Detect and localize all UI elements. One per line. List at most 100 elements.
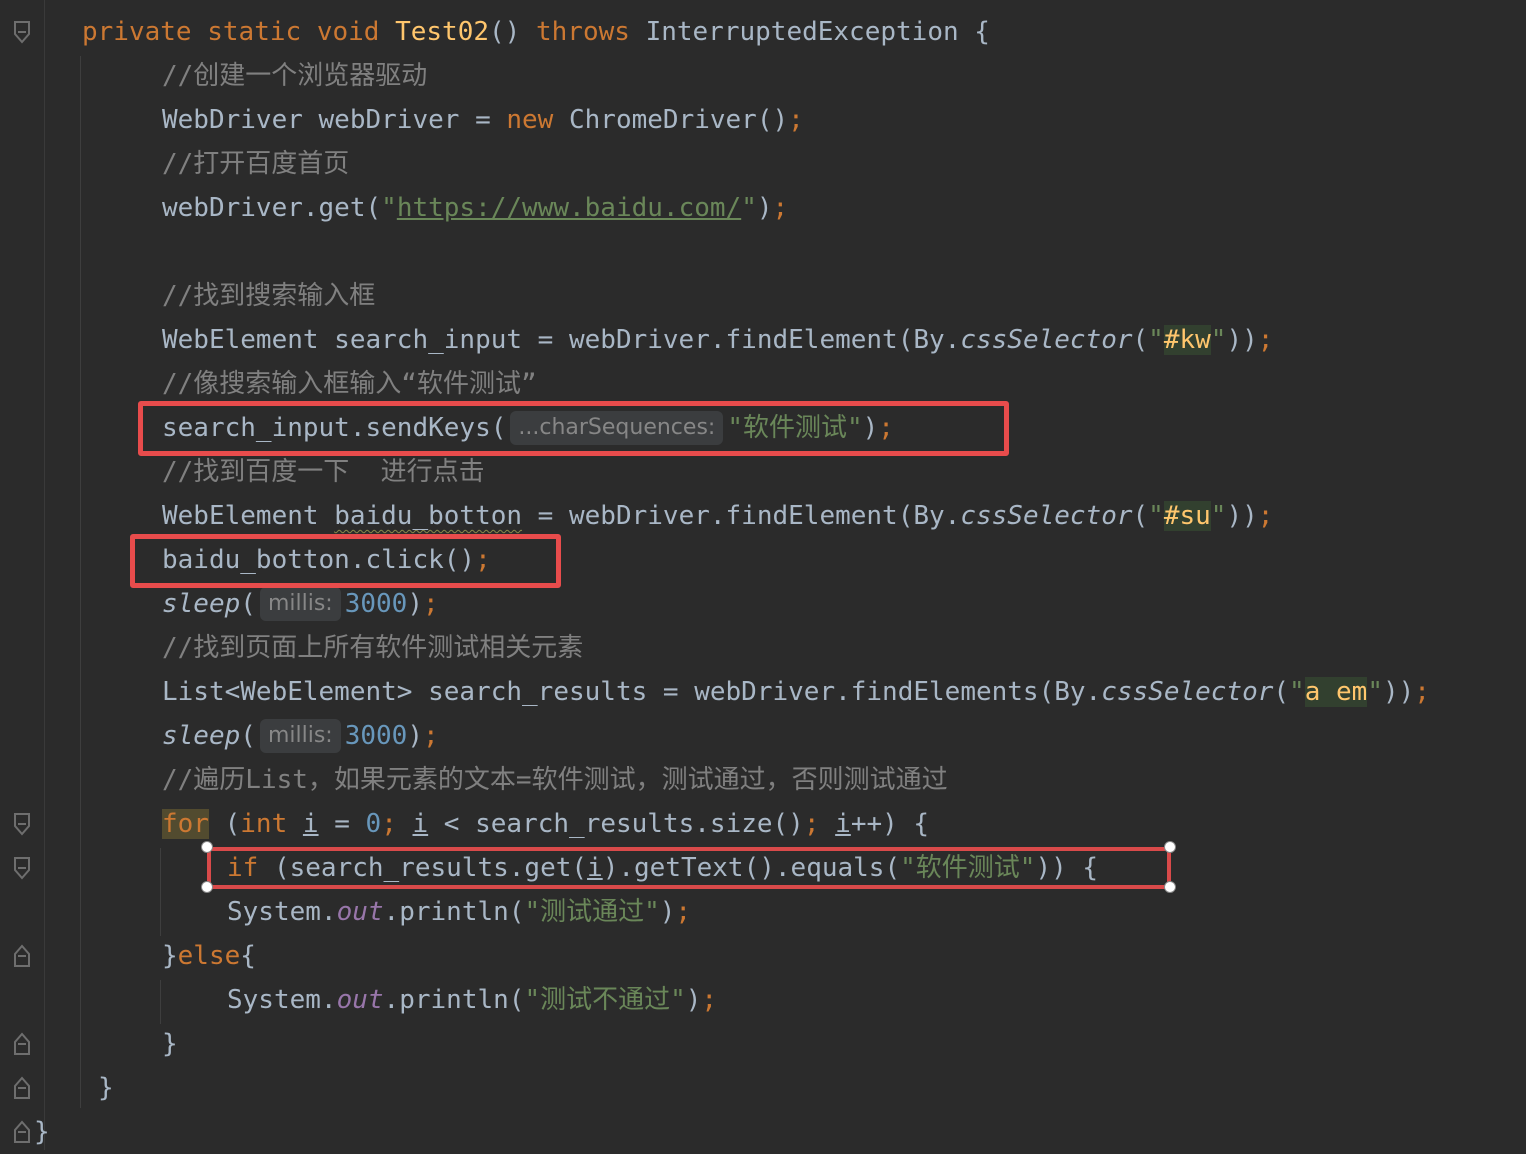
comment-line[interactable]: //像搜索输入框输入“软件测试” bbox=[162, 362, 537, 406]
comment-line[interactable]: //找到百度一下 进行点击 bbox=[162, 450, 485, 494]
number-literal: 3000 bbox=[344, 721, 408, 751]
semicolon: ; bbox=[422, 589, 439, 619]
indent-guide bbox=[160, 848, 161, 936]
code-token: ( bbox=[1273, 677, 1290, 707]
code-token: = webDriver.findElement(By. bbox=[522, 501, 961, 531]
css-selector-string: #kw bbox=[1163, 325, 1211, 355]
code-token: ) bbox=[685, 985, 702, 1015]
semicolon: ; bbox=[772, 193, 789, 223]
semicolon: ; bbox=[788, 105, 804, 135]
keyword: new bbox=[506, 105, 554, 135]
resize-handle[interactable] bbox=[201, 881, 213, 893]
parameter-hint: millis: bbox=[259, 719, 341, 753]
code-token: ) bbox=[756, 193, 773, 223]
number-literal: 0 bbox=[365, 809, 382, 839]
code-token: System. bbox=[227, 897, 337, 927]
keyword: int bbox=[240, 809, 288, 839]
code-token: } bbox=[162, 941, 178, 971]
comment-line[interactable]: //找到搜索输入框 bbox=[162, 274, 375, 318]
code-token: ChromeDriver() bbox=[553, 105, 789, 135]
keyword: private bbox=[82, 17, 192, 47]
resize-handle[interactable] bbox=[1164, 841, 1176, 853]
code-token: = bbox=[318, 809, 366, 839]
indent-guide bbox=[160, 980, 161, 1024]
fold-end-marker-icon[interactable] bbox=[13, 942, 31, 968]
semicolon: ; bbox=[422, 721, 439, 751]
editor-gutter bbox=[0, 0, 44, 1150]
code-line-get[interactable]: webDriver.get("https://www.baidu.com/"); bbox=[162, 186, 788, 230]
fold-end-marker-icon[interactable] bbox=[13, 1118, 31, 1144]
loop-variable: i bbox=[302, 809, 319, 839]
code-token: ( bbox=[1132, 501, 1149, 531]
code-token: () bbox=[489, 17, 521, 47]
gutter-divider bbox=[44, 0, 45, 1150]
static-method: cssSelector bbox=[960, 325, 1133, 355]
code-token: { bbox=[974, 17, 990, 47]
keyword-for: for bbox=[162, 809, 209, 839]
method-call: sleep bbox=[162, 721, 241, 751]
code-line-sleep[interactable]: sleep(millis: 3000); bbox=[162, 582, 439, 626]
code-token: WebElement bbox=[162, 501, 335, 531]
string-quote: " bbox=[1148, 325, 1164, 355]
closing-brace[interactable]: } bbox=[162, 1022, 178, 1066]
number-literal: 3000 bbox=[344, 589, 408, 619]
string-quote: " bbox=[1210, 501, 1227, 531]
comment-line[interactable]: //打开百度首页 bbox=[162, 142, 349, 186]
keyword: static bbox=[207, 17, 302, 47]
code-line-sleep[interactable]: sleep(millis: 3000); bbox=[162, 714, 439, 758]
resize-handle[interactable] bbox=[201, 841, 213, 853]
code-line-driver[interactable]: WebDriver webDriver = new ChromeDriver()… bbox=[162, 98, 804, 142]
fold-marker-icon[interactable] bbox=[13, 812, 31, 838]
closing-brace[interactable]: } bbox=[34, 1110, 50, 1154]
static-method: cssSelector bbox=[960, 501, 1133, 531]
comment-line[interactable]: //找到页面上所有软件测试相关元素 bbox=[162, 626, 583, 670]
static-field: out bbox=[336, 897, 384, 927]
url-link[interactable]: https://www.baidu.com/ bbox=[397, 193, 741, 223]
semicolon: ; bbox=[803, 809, 820, 839]
loop-variable: i bbox=[835, 809, 851, 839]
code-line-find-button[interactable]: WebElement baidu_botton = webDriver.find… bbox=[162, 494, 1273, 538]
fold-end-marker-icon[interactable] bbox=[13, 1030, 31, 1056]
code-token: ( bbox=[240, 589, 256, 619]
code-line-println[interactable]: System.out.println("测试通过"); bbox=[227, 890, 691, 934]
fold-marker-icon[interactable] bbox=[13, 20, 31, 46]
fold-end-marker-icon[interactable] bbox=[13, 1074, 31, 1100]
string-literal: "测试通过" bbox=[524, 897, 660, 927]
closing-brace[interactable]: } bbox=[98, 1066, 114, 1110]
string-quote: " bbox=[1148, 501, 1164, 531]
variable-typo-warning[interactable]: baidu_botton bbox=[334, 501, 522, 531]
code-line-println[interactable]: System.out.println("测试不通过"); bbox=[227, 978, 717, 1022]
code-token: WebDriver webDriver = bbox=[162, 105, 507, 135]
code-line-find-input[interactable]: WebElement search_input = webDriver.find… bbox=[162, 318, 1273, 362]
string-quote: " bbox=[1289, 677, 1305, 707]
annotation-selection-box[interactable] bbox=[207, 847, 1171, 889]
code-line-find-results[interactable]: List<WebElement> search_results = webDri… bbox=[162, 670, 1430, 714]
code-line-else[interactable]: }else{ bbox=[162, 934, 256, 978]
keyword: throws bbox=[535, 17, 630, 47]
comment-line[interactable]: //遍历List，如果元素的文本=软件测试，测试通过，否则测试通过 bbox=[162, 758, 948, 802]
code-line-method-signature[interactable]: private static void Test02() throws Inte… bbox=[82, 10, 990, 54]
semicolon: ; bbox=[1414, 677, 1430, 707]
code-token: .println( bbox=[383, 985, 525, 1015]
code-line-for-loop[interactable]: for (int i = 0; i < search_results.size(… bbox=[162, 802, 929, 846]
exception-type: InterruptedException bbox=[645, 17, 959, 47]
keyword: void bbox=[316, 17, 380, 47]
semicolon: ; bbox=[675, 897, 692, 927]
annotation-highlight-box bbox=[138, 401, 1009, 456]
code-token: ( bbox=[240, 721, 256, 751]
resize-handle[interactable] bbox=[1164, 881, 1176, 893]
indent-guide bbox=[80, 56, 81, 1108]
code-token: ) bbox=[407, 589, 423, 619]
code-token: .println( bbox=[383, 897, 525, 927]
code-token: ) bbox=[659, 897, 676, 927]
semicolon: ; bbox=[1257, 501, 1274, 531]
annotation-highlight-box bbox=[130, 534, 561, 588]
code-token: { bbox=[240, 941, 256, 971]
code-token: )) bbox=[1226, 325, 1258, 355]
fold-marker-icon[interactable] bbox=[13, 856, 31, 882]
method-name: Test02 bbox=[395, 17, 490, 47]
semicolon: ; bbox=[1257, 325, 1274, 355]
comment-line[interactable]: //创建一个浏览器驱动 bbox=[162, 54, 427, 98]
